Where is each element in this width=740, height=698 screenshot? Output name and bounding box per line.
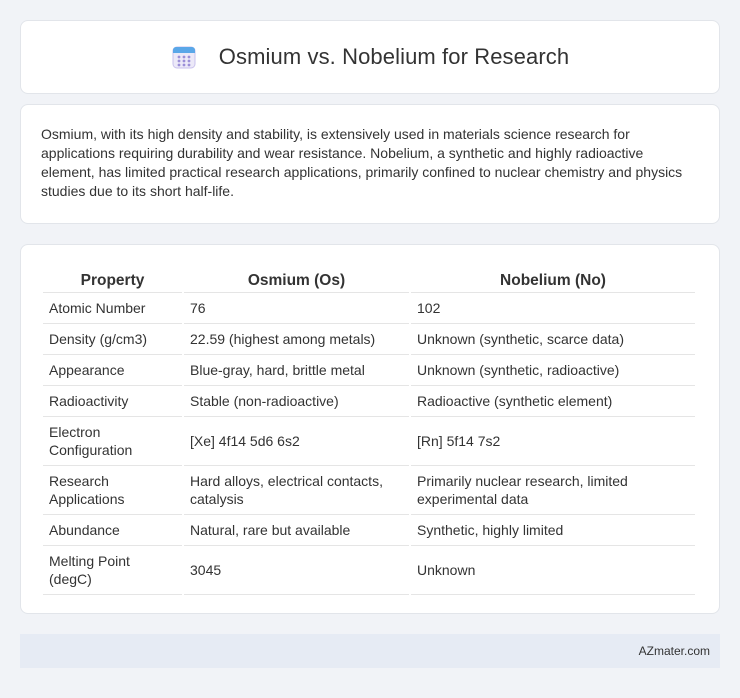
osmium-cell: Stable (non-radioactive): [184, 386, 409, 417]
table-row: Research Applications Hard alloys, elect…: [43, 466, 695, 515]
intro-text: Osmium, with its high density and stabil…: [41, 126, 683, 199]
table-row: Density (g/cm3) 22.59 (highest among met…: [43, 324, 695, 355]
nobelium-cell: Primarily nuclear research, limited expe…: [411, 466, 695, 515]
footer-brand: AZmater.com: [638, 644, 710, 658]
table-row: Appearance Blue-gray, hard, brittle meta…: [43, 355, 695, 386]
calendar-icon: [171, 44, 197, 70]
nobelium-cell: Synthetic, highly limited: [411, 515, 695, 546]
column-header-nobelium: Nobelium (No): [411, 265, 695, 293]
property-cell: Density (g/cm3): [43, 324, 182, 355]
osmium-cell: [Xe] 4f14 5d6 6s2: [184, 417, 409, 466]
nobelium-cell: Radioactive (synthetic element): [411, 386, 695, 417]
osmium-cell: 76: [184, 293, 409, 324]
osmium-cell: 3045: [184, 546, 409, 595]
osmium-cell: Blue-gray, hard, brittle metal: [184, 355, 409, 386]
table-row: Electron Configuration [Xe] 4f14 5d6 6s2…: [43, 417, 695, 466]
column-header-property: Property: [43, 265, 182, 293]
table-row: Melting Point (degC) 3045 Unknown: [43, 546, 695, 595]
property-cell: Electron Configuration: [43, 417, 182, 466]
column-header-osmium: Osmium (Os): [184, 265, 409, 293]
nobelium-cell: Unknown: [411, 546, 695, 595]
nobelium-cell: 102: [411, 293, 695, 324]
comparison-table: Property Osmium (Os) Nobelium (No) Atomi…: [41, 265, 697, 595]
table-row: Radioactivity Stable (non-radioactive) R…: [43, 386, 695, 417]
page-title: Osmium vs. Nobelium for Research: [218, 44, 570, 69]
comparison-card: Property Osmium (Os) Nobelium (No) Atomi…: [20, 244, 720, 614]
nobelium-cell: [Rn] 5f14 7s2: [411, 417, 695, 466]
table-header-row: Property Osmium (Os) Nobelium (No): [43, 265, 695, 293]
title-card: Osmium vs. Nobelium for Research: [20, 20, 720, 94]
osmium-cell: Hard alloys, electrical contacts, cataly…: [184, 466, 409, 515]
property-cell: Radioactivity: [43, 386, 182, 417]
property-cell: Research Applications: [43, 466, 182, 515]
nobelium-cell: Unknown (synthetic, scarce data): [411, 324, 695, 355]
osmium-cell: 22.59 (highest among metals): [184, 324, 409, 355]
property-cell: Abundance: [43, 515, 182, 546]
table-row: Abundance Natural, rare but available Sy…: [43, 515, 695, 546]
osmium-cell: Natural, rare but available: [184, 515, 409, 546]
table-row: Atomic Number 76 102: [43, 293, 695, 324]
property-cell: Melting Point (degC): [43, 546, 182, 595]
nobelium-cell: Unknown (synthetic, radioactive): [411, 355, 695, 386]
property-cell: Atomic Number: [43, 293, 182, 324]
footer: AZmater.com: [20, 634, 720, 668]
property-cell: Appearance: [43, 355, 182, 386]
intro-card: Osmium, with its high density and stabil…: [20, 104, 720, 224]
